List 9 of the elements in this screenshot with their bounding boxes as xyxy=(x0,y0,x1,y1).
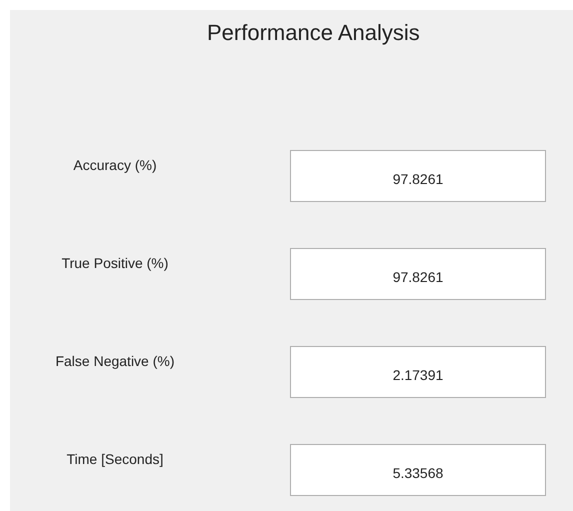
value-field[interactable]: 2.17391 xyxy=(290,346,546,398)
field-label: Accuracy (%) xyxy=(72,156,158,173)
field-label: False Negative (%) xyxy=(54,352,176,369)
panel-title: Performance Analysis xyxy=(206,19,421,47)
field-label: True Positive (%) xyxy=(60,254,170,271)
field-label: Time [Seconds] xyxy=(66,450,164,467)
value-field[interactable]: 97.8261 xyxy=(290,248,546,300)
value-field[interactable]: 5.33568 xyxy=(290,444,546,496)
value-field[interactable]: 97.8261 xyxy=(290,150,546,202)
